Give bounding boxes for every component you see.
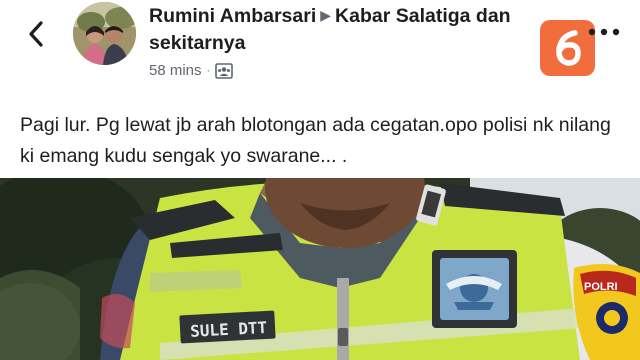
post-body-text: Pagi lur. Pg lewat jb arah blotongan ada… bbox=[20, 114, 611, 167]
author-name[interactable]: Rumini Ambarsari bbox=[149, 5, 316, 27]
meta-separator: · bbox=[206, 64, 211, 77]
shoulder-patch-text: POLRI bbox=[584, 281, 618, 293]
right-triangle-icon: ▶ bbox=[320, 7, 332, 23]
name-tag-text: SULE DTT bbox=[190, 318, 268, 341]
group-audience-icon[interactable] bbox=[215, 62, 234, 79]
back-button[interactable] bbox=[22, 16, 52, 52]
chevron-left-icon bbox=[29, 21, 43, 47]
timestamp[interactable]: 58 mins bbox=[149, 62, 202, 79]
more-options-button[interactable] bbox=[585, 22, 625, 42]
more-horizontal-icon bbox=[588, 28, 620, 36]
avatar[interactable] bbox=[73, 2, 136, 65]
avatar-photo bbox=[73, 2, 136, 65]
post-title-line: Rumini Ambarsari ▶ Kabar Salatiga dan seki… bbox=[149, 3, 569, 56]
post-header: Rumini Ambarsari ▶ Kabar Salatiga dan seki… bbox=[149, 3, 569, 79]
post-meta: 58 mins · bbox=[149, 62, 569, 79]
police-officer-photo: SULE DTT POLRI bbox=[0, 178, 640, 360]
post-photo[interactable]: SULE DTT POLRI bbox=[0, 178, 640, 360]
six-logo-icon bbox=[555, 30, 581, 66]
